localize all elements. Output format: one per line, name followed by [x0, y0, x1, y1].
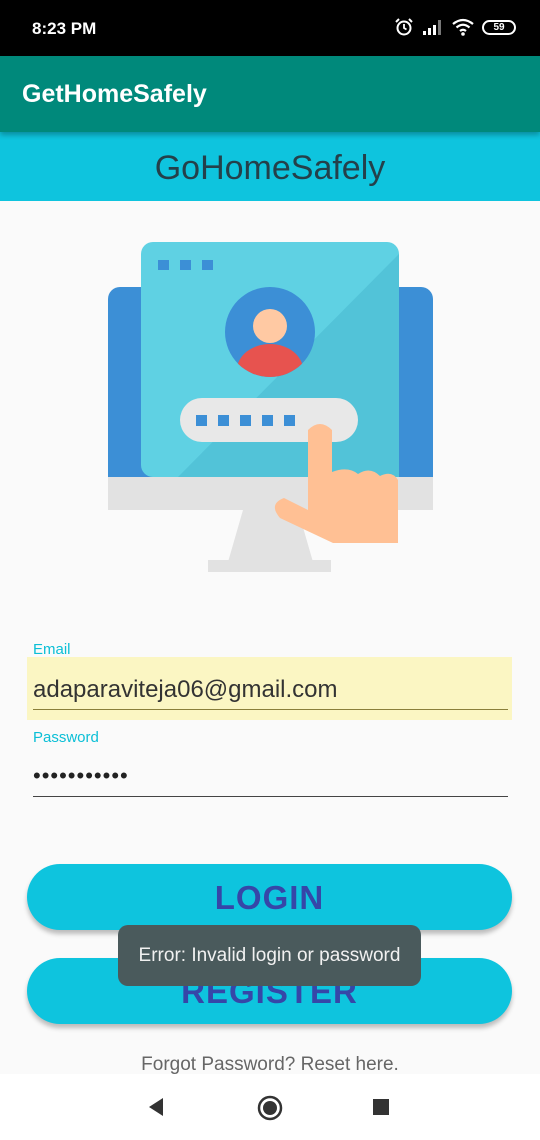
recents-icon[interactable]	[372, 1098, 390, 1116]
battery-icon: 59	[482, 19, 516, 35]
signal-icon	[423, 20, 441, 35]
password-underline	[33, 796, 508, 797]
forgot-password-link[interactable]: Forgot Password? Reset here.	[0, 1054, 540, 1076]
error-toast: Error: Invalid login or password	[118, 925, 421, 986]
password-label: Password	[33, 729, 99, 746]
app-title: GetHomeSafely	[22, 80, 207, 108]
home-icon[interactable]	[256, 1094, 284, 1122]
login-illustration	[108, 242, 433, 572]
password-input[interactable]: •••••••••••	[33, 760, 508, 794]
status-time: 8:23 PM	[32, 19, 97, 38]
app-bar: GetHomeSafely	[0, 56, 540, 132]
wifi-icon	[452, 18, 474, 36]
login-button[interactable]: LOGIN	[27, 864, 512, 930]
email-input[interactable]	[33, 673, 508, 707]
banner-title: GoHomeSafely	[154, 149, 386, 187]
banner: GoHomeSafely	[0, 132, 540, 201]
email-label: Email	[33, 641, 71, 658]
status-bar: 8:23 PM 59	[0, 0, 540, 56]
back-icon[interactable]	[146, 1095, 166, 1119]
email-underline	[33, 709, 508, 710]
status-icons: 59	[394, 17, 516, 37]
navigation-bar	[0, 1074, 540, 1140]
alarm-icon	[395, 18, 413, 36]
